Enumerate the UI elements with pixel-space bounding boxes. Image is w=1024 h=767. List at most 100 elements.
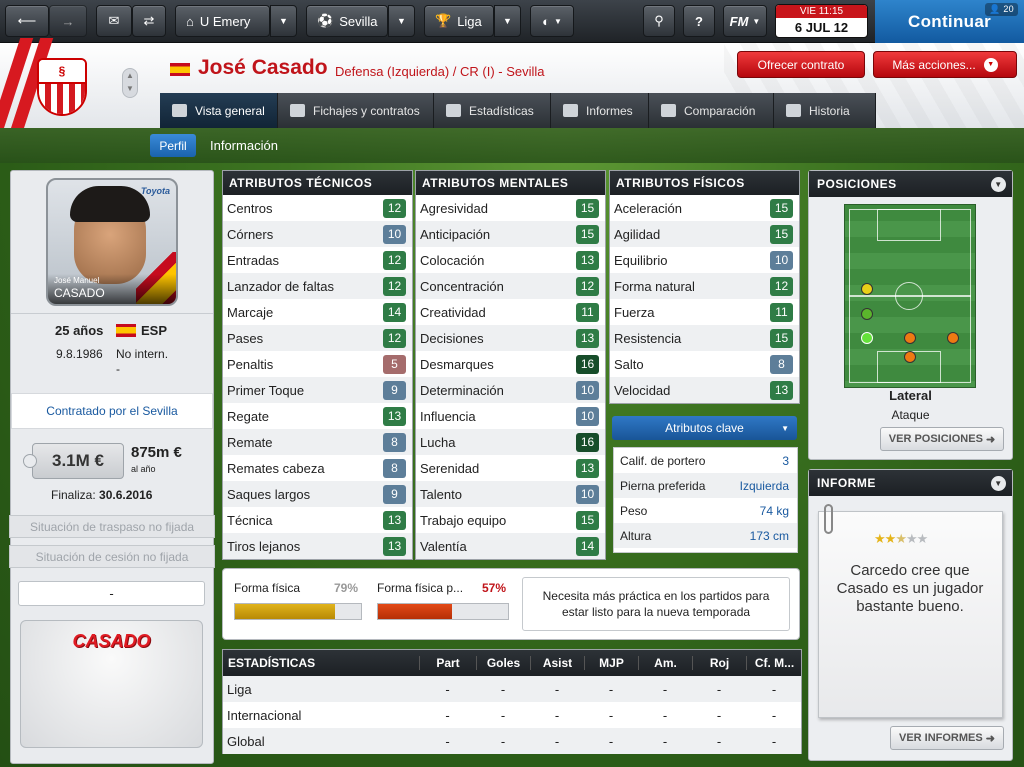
squad-number-box[interactable]: - <box>18 581 205 606</box>
attribute-row[interactable]: Desmarques 16 <box>416 351 605 377</box>
attribute-value: 15 <box>770 198 793 218</box>
attribute-row[interactable]: Centros 12 <box>223 195 412 221</box>
attribute-row[interactable]: Creatividad 11 <box>416 299 605 325</box>
attribute-row[interactable]: Decisiones 13 <box>416 325 605 351</box>
manager-dropdown[interactable]: ▼ <box>270 5 297 37</box>
chevron-down-icon[interactable]: ▼ <box>991 475 1006 491</box>
contract-expiry: Finaliza: 30.6.2016 <box>51 488 152 502</box>
attribute-row[interactable]: Técnica 13 <box>223 507 412 533</box>
view-positions-button[interactable]: VER POSICIONES ➜ <box>880 427 1004 451</box>
attribute-name: Trabajo equipo <box>420 512 507 528</box>
tab-comparison[interactable]: Comparación <box>649 93 774 128</box>
attribute-row[interactable]: Salto 8 <box>610 351 799 377</box>
statistics-column-header[interactable]: Roj <box>692 656 746 670</box>
statistics-cell: - <box>716 733 722 749</box>
subtab-profile[interactable]: Perfil <box>150 134 196 157</box>
player-intl-dash: - <box>116 362 120 376</box>
statistics-column-header[interactable]: Cf. M... <box>746 656 802 670</box>
attribute-row[interactable]: Talento 10 <box>416 481 605 507</box>
attribute-value: 13 <box>576 250 599 270</box>
more-actions-button[interactable]: Más acciones... ▼ <box>873 51 1017 78</box>
attribute-row[interactable]: Resistencia 15 <box>610 325 799 351</box>
attribute-row[interactable]: Penaltis 5 <box>223 351 412 377</box>
fm-menu-button[interactable]: FM ▼ <box>723 5 767 37</box>
attribute-row[interactable]: Fuerza 11 <box>610 299 799 325</box>
competition-dropdown[interactable]: ▼ <box>494 5 521 37</box>
attribute-row[interactable]: Entradas 12 <box>223 247 412 273</box>
attribute-row[interactable]: Trabajo equipo 15 <box>416 507 605 533</box>
statistics-cell: - <box>445 733 450 749</box>
statistics-cell: - <box>771 707 777 723</box>
player-scroller[interactable]: ▲ ▼ <box>122 68 138 98</box>
date-day: 6 JUL 12 <box>794 20 849 35</box>
attribute-row[interactable]: Tiros lejanos 13 <box>223 533 412 559</box>
attribute-row[interactable]: Agilidad 15 <box>610 221 799 247</box>
statistics-column-header[interactable]: MJP <box>584 656 638 670</box>
chevron-down-icon[interactable]: ▼ <box>991 176 1006 192</box>
forward-button[interactable]: → <box>49 5 87 37</box>
back-button[interactable]: ⟵ <box>5 5 49 37</box>
attribute-row[interactable]: Lucha 16 <box>416 429 605 455</box>
world-button[interactable]: ◐ ▼ <box>530 5 574 37</box>
attribute-row[interactable]: Serenidad 13 <box>416 455 605 481</box>
club-dropdown[interactable]: ▼ <box>388 5 415 37</box>
attribute-row[interactable]: Pases 12 <box>223 325 412 351</box>
attribute-row[interactable]: Córners 10 <box>223 221 412 247</box>
attribute-row[interactable]: Concentración 12 <box>416 273 605 299</box>
manager-button[interactable]: ⌂ U Emery <box>175 5 270 37</box>
key-attributes-dropdown[interactable]: Atributos clave ▼ <box>612 416 797 440</box>
inbox-button[interactable]: ✉ <box>96 5 132 37</box>
attribute-row[interactable]: Velocidad 13 <box>610 377 799 403</box>
player-wage: 875m € <box>131 444 182 461</box>
date-display[interactable]: VIE 11:15 6 JUL 12 <box>775 4 868 38</box>
search-button[interactable]: ⚲ <box>643 5 675 37</box>
attribute-row[interactable]: Forma natural 12 <box>610 273 799 299</box>
statistics-cell: - <box>445 681 450 697</box>
attribute-row[interactable]: Regate 13 <box>223 403 412 429</box>
tab-history[interactable]: Historia <box>774 93 876 128</box>
view-reports-button[interactable]: VER INFORMES ➜ <box>890 726 1004 750</box>
offer-contract-button[interactable]: Ofrecer contrato <box>737 51 865 78</box>
player-value: 3.1M € <box>52 451 104 470</box>
competition-button[interactable]: 🏆 Liga <box>424 5 494 37</box>
attribute-value: 12 <box>576 276 599 296</box>
attribute-value: 13 <box>383 536 406 556</box>
attribute-row[interactable]: Valentía 14 <box>416 533 605 559</box>
attribute-name: Aceleración <box>614 200 682 216</box>
tab-statistics[interactable]: Estadísticas <box>434 93 551 128</box>
attribute-row[interactable]: Remates cabeza 8 <box>223 455 412 481</box>
attribute-row[interactable]: Influencia 10 <box>416 403 605 429</box>
attribute-row[interactable]: Aceleración 15 <box>610 195 799 221</box>
attribute-row[interactable]: Primer Toque 9 <box>223 377 412 403</box>
club-button[interactable]: ⚽ Sevilla <box>306 5 388 37</box>
transfer-button[interactable]: ⇄ <box>132 5 166 37</box>
subtab-information[interactable]: Información <box>210 138 278 153</box>
statistics-column-header[interactable]: Part <box>419 656 476 670</box>
attribute-row[interactable]: Colocación 13 <box>416 247 605 273</box>
attribute-row[interactable]: Anticipación 15 <box>416 221 605 247</box>
attribute-value: 11 <box>576 302 599 322</box>
statistics-column-header[interactable]: Goles <box>476 656 530 670</box>
contract-status[interactable]: Contratado por el Sevilla <box>11 393 213 429</box>
attribute-row[interactable]: Marcaje 14 <box>223 299 412 325</box>
attribute-row[interactable]: Remate 8 <box>223 429 412 455</box>
attribute-value: 13 <box>576 328 599 348</box>
tab-reports[interactable]: Informes <box>551 93 649 128</box>
statistics-column-header[interactable]: Am. <box>638 656 692 670</box>
mental-attributes: ATRIBUTOS MENTALES Agresividad 15 Anticipa… <box>415 170 606 560</box>
tab-overview[interactable]: Vista general <box>160 93 278 128</box>
statistics-column-header[interactable]: Asist <box>530 656 584 670</box>
attribute-row[interactable]: Equilibrio 10 <box>610 247 799 273</box>
chevron-up-icon: ▲ <box>126 71 134 80</box>
transfer-status[interactable]: Situación de traspaso no fijada <box>9 515 215 538</box>
continue-button[interactable]: Continuar 👤 20 <box>875 0 1024 43</box>
attribute-name: Salto <box>614 356 644 372</box>
attribute-row[interactable]: Determinación 10 <box>416 377 605 403</box>
attribute-name: Pases <box>227 330 264 346</box>
attribute-row[interactable]: Lanzador de faltas 12 <box>223 273 412 299</box>
attribute-row[interactable]: Agresividad 15 <box>416 195 605 221</box>
help-button[interactable]: ? <box>683 5 715 37</box>
loan-status[interactable]: Situación de cesión no fijada <box>9 545 215 568</box>
attribute-row[interactable]: Saques largos 9 <box>223 481 412 507</box>
tab-transfers[interactable]: Fichajes y contratos <box>278 93 434 128</box>
